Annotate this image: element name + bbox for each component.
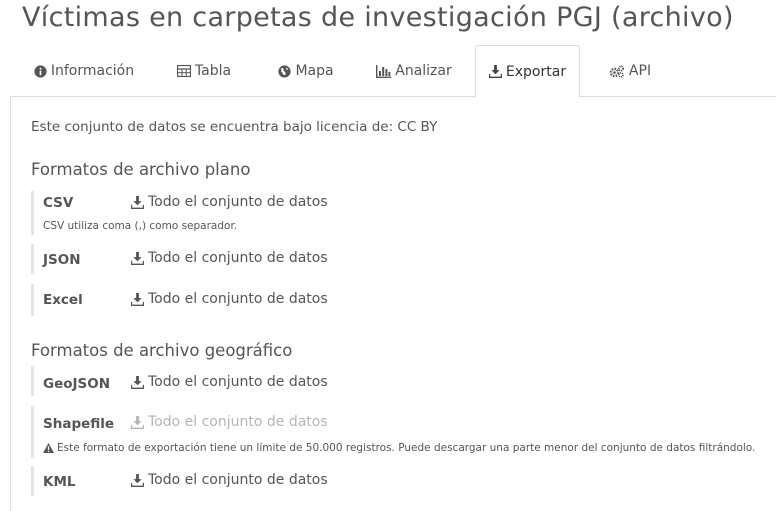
shapefile-warning: Este formato de exportación tiene un lím… — [43, 442, 755, 454]
warning-icon — [43, 443, 54, 453]
license-text: Este conjunto de datos se encuentra bajo… — [31, 119, 438, 135]
format-name-shapefile: Shapefile — [43, 416, 115, 432]
download-icon — [131, 292, 144, 306]
format-name-json: JSON — [43, 252, 81, 268]
download-icon — [131, 415, 144, 429]
tab-analizar[interactable]: Analizar — [363, 45, 465, 97]
tab-api-label: API — [628, 63, 652, 79]
geo-formats-title: Formatos de archivo geográfico — [31, 341, 293, 360]
download-json-label: Todo el conjunto de datos — [148, 250, 328, 266]
download-geojson-link[interactable]: Todo el conjunto de datos — [131, 374, 328, 390]
cogs-icon — [609, 64, 625, 78]
format-row-shapefile: Shapefile Todo el conjunto de datos Este… — [31, 406, 761, 458]
shapefile-warning-text: Este formato de exportación tiene un lím… — [57, 442, 756, 454]
download-kml-label: Todo el conjunto de datos — [148, 472, 328, 488]
download-icon — [131, 473, 144, 487]
info-circle-icon — [34, 64, 47, 78]
download-csv-link[interactable]: Todo el conjunto de datos — [131, 194, 328, 210]
tab-api[interactable]: API — [595, 45, 665, 97]
csv-note: CSV utiliza coma (,) como separador. — [43, 220, 238, 232]
tab-mapa[interactable]: Mapa — [262, 45, 350, 97]
tab-informacion[interactable]: Información — [24, 45, 144, 97]
tab-bar: Información Tabla Mapa Analizar Exportar… — [10, 45, 776, 98]
page-title: Víctimas en carpetas de investigación PG… — [22, 2, 734, 33]
format-name-kml: KML — [43, 474, 76, 490]
tab-exportar-label: Exportar — [505, 63, 567, 80]
table-icon — [176, 65, 191, 77]
download-icon — [488, 65, 502, 78]
download-excel-link[interactable]: Todo el conjunto de datos — [131, 291, 328, 307]
globe-icon — [278, 64, 292, 78]
format-row-geojson: GeoJSON Todo el conjunto de datos — [31, 366, 731, 396]
format-row-kml: KML Todo el conjunto de datos — [31, 466, 731, 496]
tab-analizar-label: Analizar — [395, 63, 452, 79]
download-geojson-label: Todo el conjunto de datos — [148, 374, 328, 390]
format-row-excel: Excel Todo el conjunto de datos — [31, 284, 731, 316]
download-shapefile-link[interactable]: Todo el conjunto de datos — [131, 414, 328, 430]
format-name-geojson: GeoJSON — [43, 376, 111, 392]
tab-mapa-label: Mapa — [295, 63, 334, 79]
tab-exportar[interactable]: Exportar — [475, 45, 580, 98]
download-icon — [131, 375, 144, 389]
tab-informacion-label: Información — [50, 63, 135, 79]
download-excel-label: Todo el conjunto de datos — [148, 291, 328, 307]
download-shapefile-label: Todo el conjunto de datos — [148, 414, 328, 430]
format-row-json: JSON Todo el conjunto de datos — [31, 244, 731, 274]
format-name-csv: CSV — [43, 195, 74, 211]
tab-tabla[interactable]: Tabla — [163, 45, 245, 97]
download-icon — [131, 251, 144, 265]
tab-tabla-label: Tabla — [194, 63, 232, 79]
download-kml-link[interactable]: Todo el conjunto de datos — [131, 472, 328, 488]
download-json-link[interactable]: Todo el conjunto de datos — [131, 250, 328, 266]
export-panel: Este conjunto de datos se encuentra bajo… — [10, 96, 776, 511]
bar-chart-icon — [376, 64, 392, 78]
download-icon — [131, 195, 144, 209]
download-csv-label: Todo el conjunto de datos — [148, 194, 328, 210]
format-name-excel: Excel — [43, 292, 83, 308]
format-row-csv: CSV Todo el conjunto de datos CSV utiliz… — [31, 191, 731, 235]
flat-formats-title: Formatos de archivo plano — [31, 160, 251, 179]
